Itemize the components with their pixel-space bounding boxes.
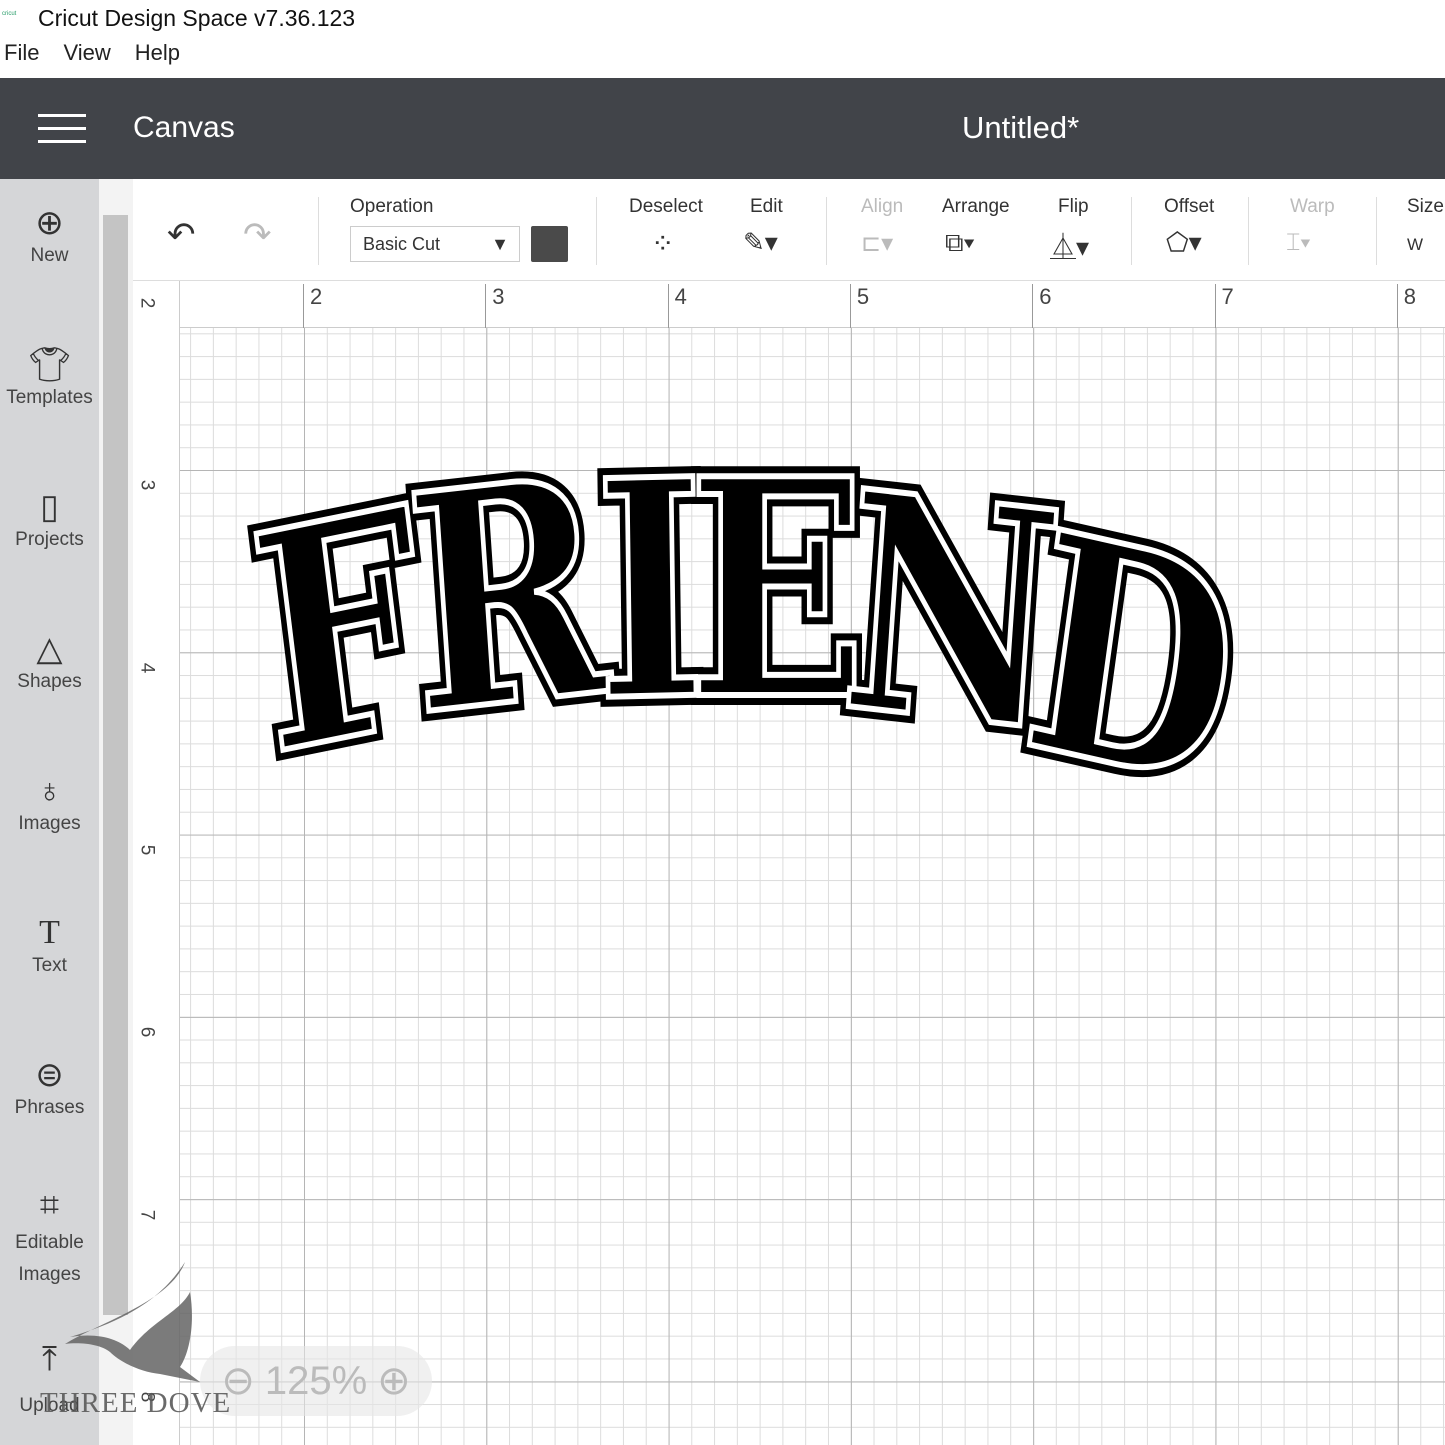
- watermark-text: THREE DOVE: [40, 1387, 232, 1419]
- zoom-in-icon[interactable]: ⊕: [377, 1358, 411, 1404]
- design-text[interactable]: FRIEND: [235, 407, 1259, 860]
- friend-text-design[interactable]: FRIEND FRIEND: [0, 0, 1445, 1445]
- zoom-level: 125%: [264, 1358, 368, 1403]
- watermark-logo: THREE DOVE: [40, 1262, 240, 1427]
